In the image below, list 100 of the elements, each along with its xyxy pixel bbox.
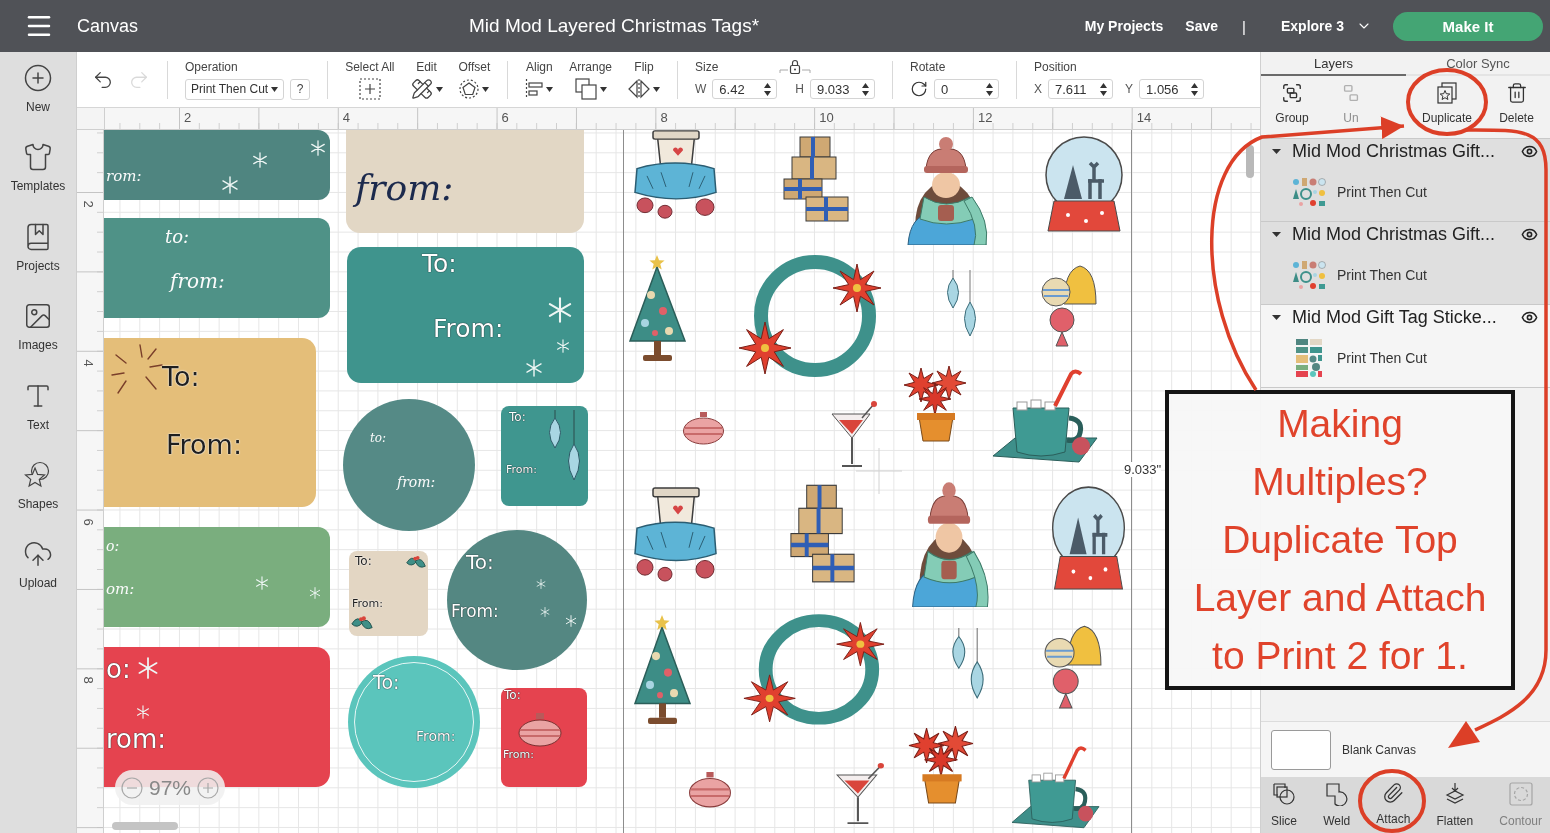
weld-button[interactable]: Weld	[1323, 782, 1351, 828]
crosshair-icon	[856, 448, 902, 494]
x-label: X	[1034, 82, 1043, 96]
app-section-title: Canvas	[77, 15, 140, 37]
tag-to-text: To:	[355, 555, 372, 569]
tag-from-text: From:	[416, 729, 456, 745]
slice-button[interactable]: Slice	[1271, 782, 1297, 828]
project-title: Mid Mod Layered Christmas Tags*	[469, 15, 760, 37]
width-label: W	[695, 82, 707, 96]
header-link[interactable]: Save	[1185, 18, 1219, 34]
edit-button[interactable]: Edit	[410, 60, 443, 99]
scrollbar-thumb[interactable]	[1246, 145, 1254, 178]
sidebar-item[interactable]: Projects	[0, 221, 76, 302]
tag-from-text: From:	[433, 315, 504, 343]
x-position-field[interactable]: 7.611	[1048, 79, 1114, 99]
caret-icon	[271, 86, 279, 92]
ruler-number: 6	[80, 518, 95, 526]
rotation-field[interactable]: 0	[934, 79, 999, 99]
rotate-icon	[910, 80, 928, 98]
tag-from-text: From:	[352, 598, 383, 611]
tag-to-text: To:	[504, 689, 521, 703]
align-button[interactable]: Align	[525, 60, 554, 99]
stepper-icon[interactable]	[1100, 82, 1108, 96]
sidebar-item[interactable]: New	[0, 63, 76, 143]
select-all-button[interactable]: Select All	[345, 60, 395, 99]
ornament-icon	[517, 713, 563, 748]
width-field[interactable]: 6.42	[712, 79, 778, 99]
tag-from-text: From:	[506, 464, 537, 477]
stacked-squares-icon	[574, 78, 597, 100]
operation-select[interactable]: Print Then Cut	[185, 78, 285, 100]
tag-from-text: From:	[166, 430, 242, 460]
flatten-button[interactable]: Flatten	[1436, 782, 1474, 828]
ruler-number: 2	[80, 200, 95, 208]
tag-from-text: rom:	[106, 168, 142, 185]
stepper-icon[interactable]	[764, 82, 772, 96]
snowflake-icon	[309, 587, 321, 599]
machine-select[interactable]: Explore 3	[1280, 18, 1372, 34]
snowflake-icon	[536, 579, 546, 589]
layer-row[interactable]: Mid Mod Christmas Gift... Print Then Cut	[1261, 139, 1550, 222]
arrange-button[interactable]: Arrange	[569, 60, 612, 99]
ruler-number: 8	[80, 676, 95, 684]
snowflake-icon	[540, 607, 550, 617]
tag-to-text: o:	[106, 655, 131, 684]
stepper-icon[interactable]	[862, 82, 869, 96]
help-button[interactable]: ?	[290, 78, 311, 100]
canvas-swatch	[1271, 729, 1331, 770]
dimension-label: 9.033"	[1124, 462, 1162, 477]
height-field[interactable]: 9.033	[810, 79, 875, 99]
ruler-number: 4	[80, 359, 95, 367]
sidebar-item[interactable]: Text	[0, 380, 76, 460]
sidebar-item[interactable]: Shapes	[0, 459, 76, 540]
tag-to-text: To:	[509, 411, 526, 425]
snowflake-icon	[525, 359, 543, 377]
ruler-number: 14	[1136, 111, 1152, 125]
layer-name: Mid Mod Christmas Gift...	[1292, 140, 1497, 162]
panel-tab[interactable]: Color Sync	[1406, 52, 1550, 76]
divider-glyph: |	[1242, 17, 1246, 35]
stepper-icon[interactable]	[1191, 82, 1199, 96]
flip-button[interactable]: Flip	[628, 60, 660, 99]
stickers-thumbnail-icon	[1292, 260, 1326, 290]
caret-icon	[435, 86, 443, 92]
ruler-number: 10	[819, 111, 834, 125]
caret-icon[interactable]	[1272, 229, 1281, 239]
layer-row[interactable]: Mid Mod Christmas Gift... Print Then Cut	[1261, 222, 1550, 305]
caret-icon[interactable]	[1272, 146, 1281, 156]
flip-icon	[628, 79, 650, 99]
ruler-number: 12	[978, 111, 993, 125]
tag-from-text: rom:	[106, 725, 167, 754]
panel-tab[interactable]: Layers	[1261, 52, 1406, 76]
trash-icon	[1505, 82, 1528, 104]
sidebar-item[interactable]: Images	[0, 301, 76, 381]
delete-button[interactable]: Delete	[1483, 76, 1550, 138]
offset-button[interactable]: Offset	[458, 60, 491, 99]
header-link[interactable]: My Projects	[1084, 18, 1164, 34]
snowflake-icon	[565, 615, 577, 627]
cocktail-glass-drawing	[835, 762, 885, 825]
size-label: Size	[695, 60, 719, 74]
lock-icon[interactable]	[779, 59, 812, 74]
plus-circle-icon	[23, 63, 53, 93]
caret-icon[interactable]	[1272, 312, 1281, 322]
attach-button[interactable]: Attach	[1376, 782, 1411, 826]
group-icon	[1281, 82, 1303, 104]
weld-icon	[1324, 782, 1349, 806]
duplicate-icon	[1437, 82, 1457, 104]
sidebar-item[interactable]: Templates	[0, 142, 76, 222]
pencil-ruler-icon	[410, 78, 433, 100]
scrollbar-thumb[interactable]	[112, 822, 178, 830]
align-left-icon	[525, 79, 544, 99]
tags-thumbnail-icon	[1296, 339, 1322, 377]
caret-icon	[546, 86, 554, 92]
tag-to-text: to:	[370, 432, 387, 446]
y-position-field[interactable]: 1.056	[1139, 79, 1205, 99]
tag-to-text: to:	[165, 227, 190, 247]
sidebar-item[interactable]: Upload	[0, 539, 76, 619]
group-button[interactable]: Group	[1261, 76, 1323, 138]
operation-label: Operation	[185, 59, 239, 74]
ruler-number: 2	[184, 111, 192, 125]
layer-operation-text: Print Then Cut	[1337, 350, 1427, 366]
stepper-icon[interactable]	[986, 82, 993, 96]
select-all-icon	[358, 78, 381, 100]
